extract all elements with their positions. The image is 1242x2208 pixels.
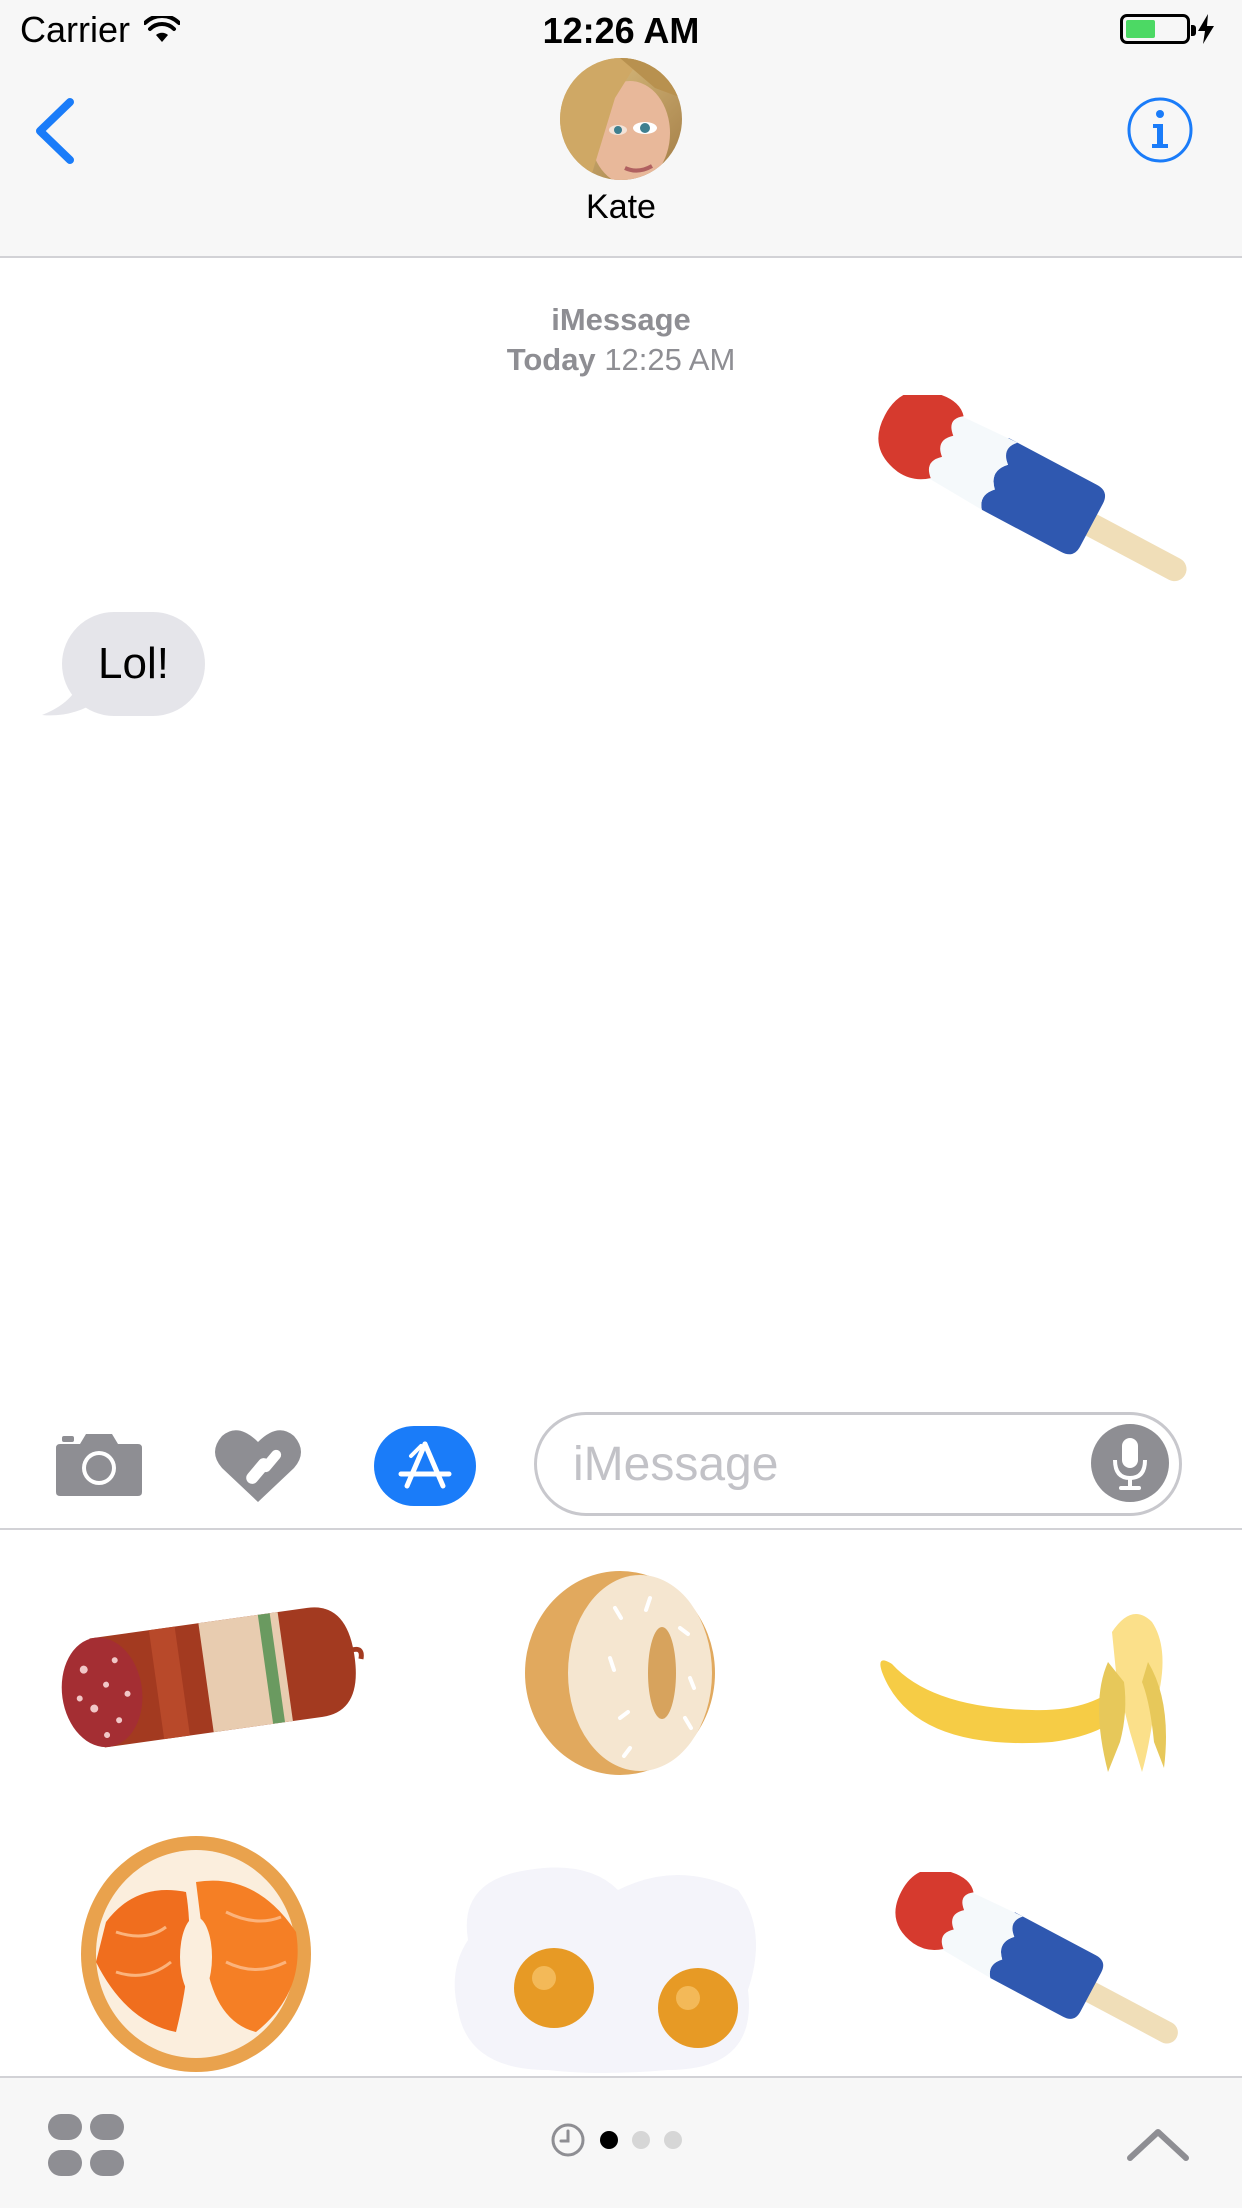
info-button[interactable] <box>1126 96 1194 164</box>
camera-icon <box>56 1434 142 1496</box>
sticker-fried-eggs[interactable] <box>448 1850 768 2077</box>
sticker-donut[interactable] <box>520 1568 720 1778</box>
sent-sticker-rocket-popsicle[interactable] <box>855 395 1215 595</box>
sticker-banana[interactable] <box>880 1614 1166 1772</box>
expand-drawer-button[interactable] <box>1126 2124 1190 2164</box>
page-dot[interactable] <box>632 2131 650 2149</box>
message-field[interactable] <box>534 1412 1182 1516</box>
page-dot[interactable] <box>664 2131 682 2149</box>
bubble-tail <box>42 670 100 716</box>
contact-avatar[interactable] <box>560 58 682 180</box>
timestamp-time: 12:25 AM <box>604 342 736 377</box>
digital-touch-icon <box>215 1430 301 1502</box>
app-drawer-button[interactable] <box>46 2112 126 2178</box>
app-store-icon <box>398 1441 452 1489</box>
camera-button[interactable] <box>56 1430 142 1496</box>
navigation-header: Carrier 12:26 AM Kate <box>0 0 1242 258</box>
avatar-photo <box>560 58 682 180</box>
app-store-button[interactable] <box>374 1426 476 1506</box>
chevron-up-icon <box>1127 2129 1189 2161</box>
charging-bolt-icon <box>1198 14 1214 44</box>
apps-grid-icon <box>48 2114 124 2176</box>
message-text: Lol! <box>98 639 169 688</box>
info-icon <box>1152 110 1168 148</box>
back-button[interactable] <box>30 96 80 166</box>
contact-name[interactable]: Kate <box>0 188 1242 227</box>
sticker-salmon-bagel[interactable] <box>76 1832 316 2077</box>
digital-touch-button[interactable] <box>214 1426 302 1504</box>
battery-icon <box>1120 14 1196 44</box>
chevron-left-icon <box>36 98 74 164</box>
battery-level <box>1126 20 1155 38</box>
status-time: 12:26 AM <box>542 10 700 51</box>
sticker-rocket-popsicle[interactable] <box>874 1872 1204 2057</box>
page-dot[interactable] <box>600 2131 618 2149</box>
page-indicator <box>550 2122 682 2158</box>
recents-clock-icon[interactable] <box>550 2122 586 2158</box>
compose-bar <box>0 1400 1242 1530</box>
microphone-icon <box>1113 1438 1147 1490</box>
drawer-bottom-bar <box>0 2076 1242 2208</box>
service-label: iMessage <box>551 302 691 337</box>
status-battery <box>1120 14 1216 44</box>
message-input[interactable] <box>573 1415 1093 1513</box>
sticker-salami[interactable] <box>56 1592 366 1762</box>
sticker-drawer <box>0 1532 1242 2077</box>
timestamp-day: Today <box>506 342 596 377</box>
conversation-timestamp: iMessage Today 12:25 AM <box>0 300 1242 380</box>
microphone-button[interactable] <box>1091 1424 1169 1502</box>
